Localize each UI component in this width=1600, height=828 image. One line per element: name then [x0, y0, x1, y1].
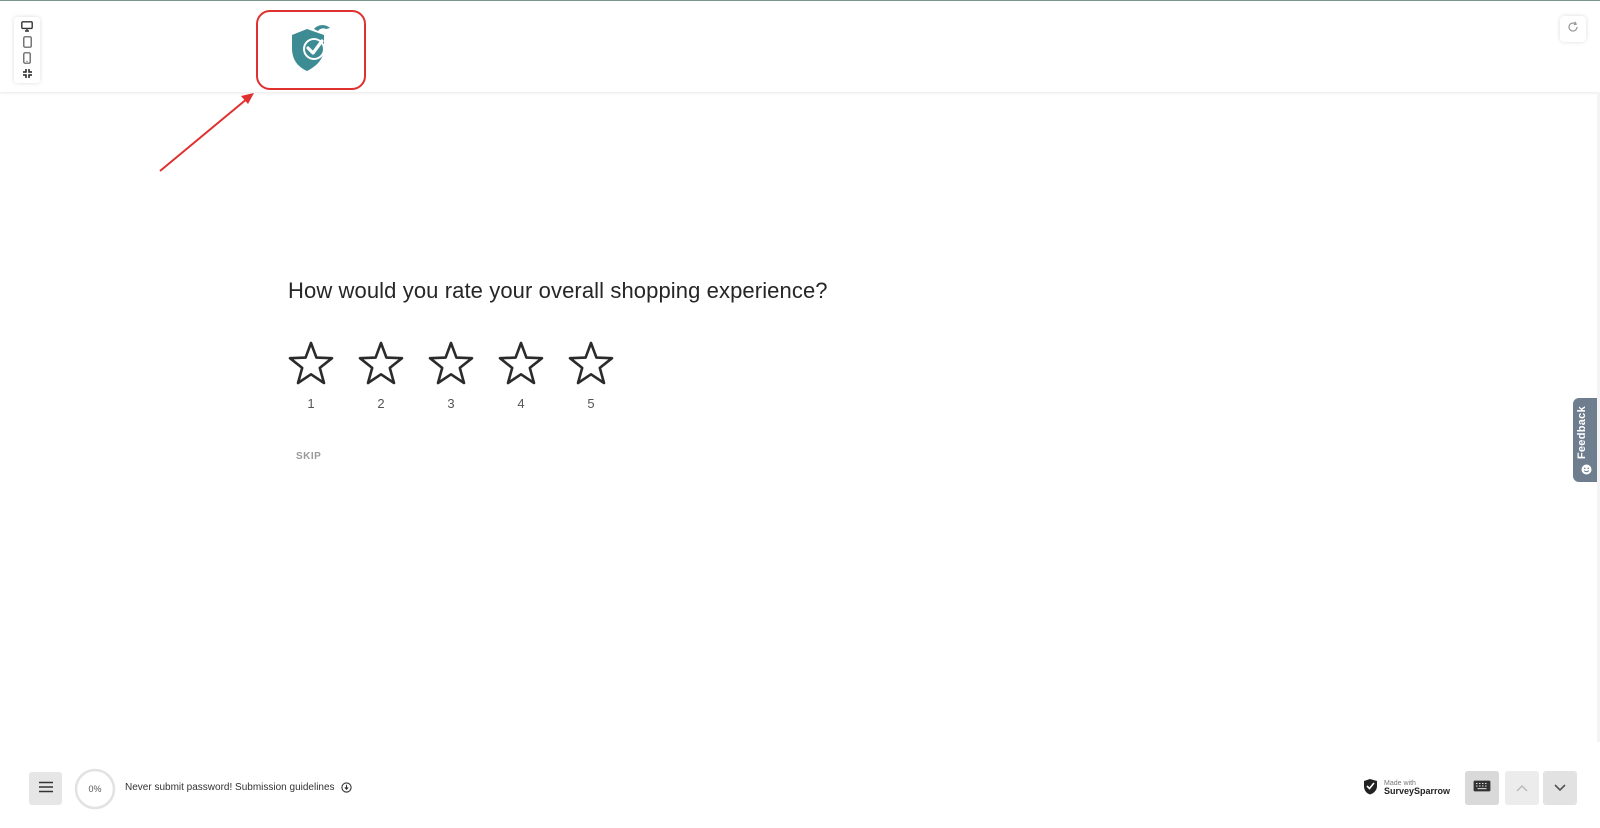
rating-option-5[interactable]: 5 [566, 340, 616, 411]
feedback-tab[interactable]: Feedback [1573, 398, 1600, 482]
star-rating: 1 2 3 4 5 [286, 340, 616, 411]
device-preview-toolbar [14, 17, 40, 83]
rating-label: 2 [377, 396, 385, 411]
previous-question-button[interactable] [1505, 771, 1539, 805]
tablet-icon[interactable] [19, 35, 35, 49]
footer-note: Never submit password! Submission guidel… [125, 782, 352, 793]
feedback-label: Feedback [1576, 406, 1588, 460]
brand-name: SurveySparrow [1384, 786, 1451, 797]
submission-guidelines-text: Never submit password! Submission guidel… [125, 782, 335, 793]
mobile-icon[interactable] [19, 51, 35, 65]
question-text: How would you rate your overall shopping… [288, 278, 828, 303]
rating-option-2[interactable]: 2 [356, 340, 406, 411]
menu-button[interactable] [29, 772, 62, 805]
refresh-icon [1567, 20, 1579, 38]
progress-percent: 0% [88, 784, 102, 794]
made-with-text: Made with SurveySparrow [1384, 780, 1450, 798]
star-outline-icon [568, 341, 614, 385]
next-question-button[interactable] [1543, 771, 1577, 805]
star-outline-icon [428, 341, 474, 385]
survey-header [0, 1, 1600, 92]
chevron-down-icon [1554, 779, 1566, 797]
annotation-arrow [159, 93, 254, 172]
chevron-up-icon [1516, 779, 1528, 797]
rating-option-3[interactable]: 3 [426, 340, 476, 411]
smiley-icon [1581, 462, 1592, 480]
hamburger-icon [38, 780, 53, 798]
collapse-icon[interactable] [19, 66, 35, 80]
keyboard-button[interactable] [1465, 771, 1499, 805]
rating-label: 4 [517, 396, 525, 411]
refresh-button[interactable] [1560, 16, 1586, 42]
surveysparrow-small-logo-icon [1363, 777, 1380, 800]
keyboard-icon [1473, 779, 1491, 797]
rating-option-4[interactable]: 4 [496, 340, 546, 411]
rating-label: 5 [587, 396, 595, 411]
made-with-badge[interactable]: Made with SurveySparrow [1363, 777, 1450, 800]
star-outline-icon [498, 341, 544, 385]
survey-page: How would you rate your overall shopping… [0, 0, 1600, 828]
logo-highlight-box [256, 10, 366, 90]
info-icon[interactable] [340, 782, 352, 793]
desktop-icon[interactable] [19, 20, 35, 34]
rating-option-1[interactable]: 1 [286, 340, 336, 411]
skip-button[interactable]: SKIP [296, 451, 321, 462]
star-outline-icon [358, 341, 404, 385]
star-outline-icon [288, 341, 334, 385]
rating-label: 1 [307, 396, 315, 411]
surveysparrow-logo-icon [288, 23, 334, 78]
rating-label: 3 [447, 396, 455, 411]
